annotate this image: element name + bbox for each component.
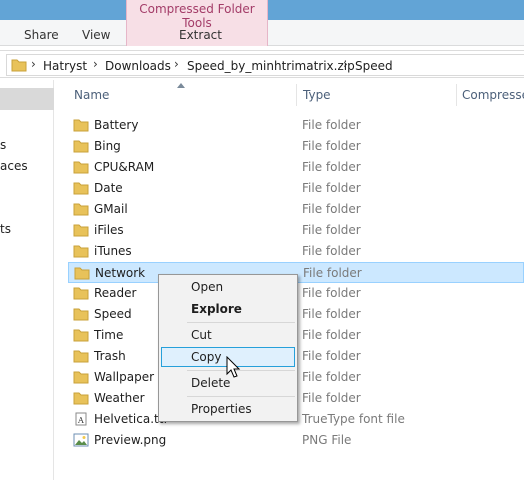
breadcrumb-downloads[interactable]: Downloads [105, 59, 171, 73]
file-name: GMail [94, 202, 128, 216]
file-name: Reader [94, 286, 137, 300]
file-name: Helvetica.ttf [94, 412, 168, 426]
menu-item-cut[interactable]: Cut [191, 328, 212, 342]
file-name: Wallpaper [94, 370, 155, 384]
file-name: Bing [94, 139, 121, 153]
address-field[interactable]: › Hatryst › Downloads › Speed_by_minhtri… [6, 54, 524, 76]
breadcrumb-hatryst[interactable]: Hatryst [43, 59, 87, 73]
menu-item-properties[interactable]: Properties [191, 402, 252, 416]
file-row[interactable]: Bing File folder [68, 136, 524, 157]
folder-icon [73, 182, 89, 195]
folder-icon [73, 203, 89, 216]
breadcrumb-separator-icon[interactable]: › [174, 57, 179, 71]
menu-item-copy[interactable]: Copy [191, 350, 221, 364]
file-name: Speed [94, 307, 132, 321]
column-name[interactable]: Name [74, 88, 109, 102]
file-row[interactable]: iTunes File folder [68, 241, 524, 262]
file-type: File folder [303, 266, 362, 280]
tab-share[interactable]: Share [24, 28, 59, 42]
navigation-pane: s aces ts [0, 80, 54, 480]
file-type: File folder [302, 307, 361, 321]
file-name: Weather [94, 391, 145, 405]
tab-view[interactable]: View [82, 28, 110, 42]
folder-icon [73, 392, 89, 405]
nav-item-fragment[interactable]: s [0, 138, 6, 152]
breadcrumb-separator-icon[interactable]: › [31, 57, 36, 71]
file-name: Time [94, 328, 124, 342]
address-bar: › Hatryst › Downloads › Speed_by_minhtri… [0, 50, 524, 78]
file-type: PNG File [302, 433, 352, 447]
font-file-icon: A [75, 412, 87, 426]
image-file-icon [73, 433, 89, 447]
file-type: File folder [302, 118, 361, 132]
folder-icon [73, 350, 89, 363]
file-type: TrueType font file [302, 412, 405, 426]
nav-item-fragment[interactable]: aces [0, 159, 28, 173]
menu-item-open[interactable]: Open [191, 280, 223, 294]
menu-separator [187, 396, 295, 397]
file-row[interactable]: CPU&RAM File folder [68, 157, 524, 178]
menu-separator [187, 322, 295, 323]
sort-ascending-icon [177, 83, 185, 88]
menu-item-explore[interactable]: Explore [191, 302, 242, 316]
file-name: Date [94, 181, 123, 195]
folder-icon [73, 371, 89, 384]
folder-icon [73, 308, 89, 321]
tab-extract[interactable]: Extract [179, 28, 222, 42]
svg-text:A: A [77, 416, 84, 425]
file-type: File folder [302, 349, 361, 363]
file-row[interactable]: GMail File folder [68, 199, 524, 220]
nav-item-fragment[interactable]: ts [0, 222, 11, 236]
file-type: File folder [302, 328, 361, 342]
folder-icon [74, 267, 90, 280]
file-row[interactable]: Date File folder [68, 178, 524, 199]
file-name: Preview.png [94, 433, 167, 447]
compressed-folder-tools-title: Compressed Folder Tools [139, 2, 255, 30]
folder-icon [73, 245, 89, 258]
column-divider[interactable] [296, 84, 297, 106]
file-type: File folder [302, 160, 361, 174]
breadcrumb-separator-icon[interactable]: › [343, 57, 348, 71]
folder-icon [73, 161, 89, 174]
file-row[interactable]: iFiles File folder [68, 220, 524, 241]
file-name: Network [95, 266, 146, 280]
file-type: File folder [302, 181, 361, 195]
mouse-cursor-icon [226, 356, 241, 378]
folder-icon [73, 140, 89, 153]
folder-icon [73, 224, 89, 237]
context-menu: Open Explore Cut Copy Delete Properties [158, 274, 298, 422]
file-type: File folder [302, 223, 361, 237]
folder-icon [11, 59, 27, 72]
breadcrumb-zip[interactable]: Speed_by_minhtrimatrix.zip [187, 59, 355, 73]
file-type: File folder [302, 139, 361, 153]
file-type: File folder [302, 391, 361, 405]
file-type: File folder [302, 370, 361, 384]
file-type: File folder [302, 286, 361, 300]
folder-icon [73, 287, 89, 300]
menu-item-delete[interactable]: Delete [191, 376, 230, 390]
breadcrumb-separator-icon[interactable]: › [93, 57, 98, 71]
column-divider[interactable] [456, 84, 457, 106]
breadcrumb-speed[interactable]: Speed [355, 59, 393, 73]
column-type[interactable]: Type [303, 88, 331, 102]
file-row[interactable]: Battery File folder [68, 115, 524, 136]
nav-selected-item[interactable] [0, 88, 54, 110]
folder-icon [73, 329, 89, 342]
file-name: iTunes [94, 244, 132, 258]
ribbon: Compressed Folder Tools Share View Extra… [0, 0, 524, 46]
file-name: Trash [94, 349, 126, 363]
file-name: iFiles [94, 223, 124, 237]
file-type: File folder [302, 244, 361, 258]
folder-icon [73, 119, 89, 132]
file-row[interactable]: Preview.png PNG File [68, 430, 524, 451]
column-compressed[interactable]: Compressed [462, 88, 524, 102]
file-name: Battery [94, 118, 139, 132]
file-name: CPU&RAM [94, 160, 155, 174]
file-type: File folder [302, 202, 361, 216]
